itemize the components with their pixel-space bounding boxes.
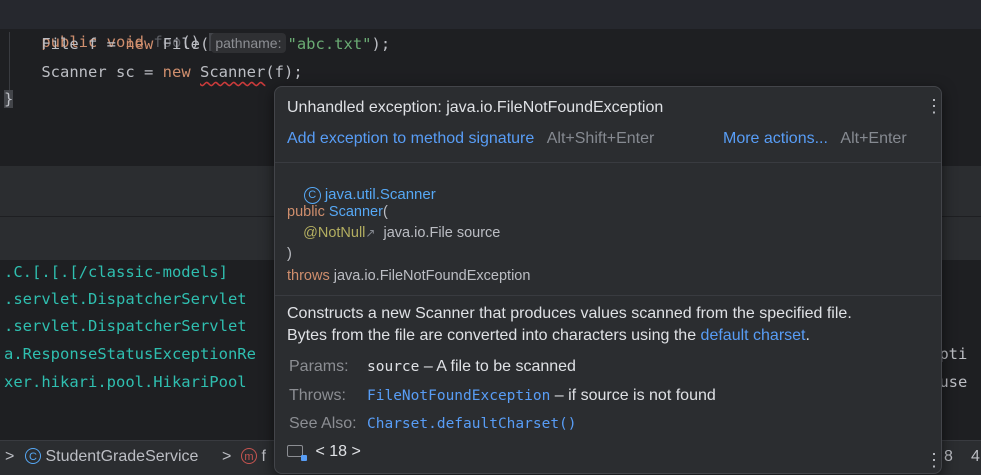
desc-text: that produces values scanned from the sp…: [474, 305, 852, 322]
keyword-new: new: [162, 63, 191, 81]
code-line-3[interactable]: Scanner sc = new Scanner(f);: [4, 59, 303, 85]
breadcrumb-chevron: >: [5, 448, 15, 465]
class-icon: C: [303, 187, 321, 204]
code-line-2[interactable]: File f = new File(pathname: "abc.txt");: [4, 31, 390, 57]
error-title: Unhandled exception: java.io.FileNotFoun…: [287, 99, 664, 116]
statement-end: );: [371, 35, 391, 53]
navigation-label[interactable]: < 18 >: [315, 443, 360, 460]
more-options-icon[interactable]: ⋮: [925, 97, 941, 115]
external-link-icon: ↗: [365, 226, 376, 240]
sig-throws-type: java.io.FileNotFoundException: [333, 268, 531, 284]
sig-open: (: [382, 204, 388, 220]
desc-text: Constructs a new: [287, 305, 416, 322]
divider: [275, 162, 941, 163]
default-charset-link[interactable]: default charset: [701, 327, 806, 344]
error-scanner-call[interactable]: Scanner: [200, 63, 265, 81]
quick-fix-actions: Add exception to method signature Alt+Sh…: [287, 130, 907, 148]
console-line: a.ResponseStatusExceptionRe: [4, 345, 256, 363]
ctor-call: File(: [153, 35, 210, 53]
add-exception-shortcut: Alt+Shift+Enter: [546, 130, 655, 147]
line-col-fragment[interactable]: 8: [944, 448, 953, 466]
sig-ctor: Scanner: [328, 204, 383, 220]
see-also-label: See Also:: [289, 415, 357, 432]
sig-close: ): [287, 246, 292, 262]
breadcrumb-method-label: f: [261, 448, 266, 465]
sig-modifier: public: [287, 204, 325, 220]
see-also-link[interactable]: Charset.defaultCharset(): [367, 416, 577, 432]
var-decl: f =: [78, 35, 126, 53]
more-actions-link[interactable]: More actions...: [723, 130, 828, 147]
signature-line-1: public Scanner(: [287, 204, 388, 220]
more-actions-shortcut: Alt+Enter: [840, 130, 907, 147]
sig-throws-keyword: throws: [287, 268, 330, 284]
divider: [275, 295, 941, 296]
console-line: .servlet.DispatcherServlet: [4, 317, 247, 335]
see-also-row: See Also: Charset.defaultCharset(): [289, 415, 577, 433]
params-label: Params:: [289, 358, 349, 375]
statement-end: (f);: [265, 63, 303, 81]
code-line-4[interactable]: }: [4, 86, 14, 112]
desc-text: .: [805, 327, 810, 344]
string-literal: "abc.txt": [287, 35, 372, 53]
sig-annotation[interactable]: @NotNull: [303, 225, 365, 241]
params-row: Params: source – A file to be scanned: [289, 358, 576, 376]
param-desc: – A file to be scanned: [419, 358, 576, 375]
close-brace: }: [4, 90, 14, 108]
doc-navigation: < 18 >: [287, 443, 361, 461]
code-line-1[interactable]: public void foo() {: [4, 3, 219, 51]
throws-link[interactable]: FileNotFoundException: [367, 388, 550, 404]
signature-line-3: ): [287, 246, 292, 262]
var-decl: sc =: [106, 63, 163, 81]
console-line: xer.hikari.pool.HikariPool: [4, 373, 247, 391]
class-icon: C: [25, 448, 41, 464]
throws-row: Throws: FileNotFoundException – if source…: [289, 387, 716, 405]
throws-label: Throws:: [289, 387, 346, 404]
breadcrumb-separator: >: [222, 448, 232, 465]
signature-line-2: @NotNull↗ java.io.File source: [287, 225, 500, 241]
more-options-icon[interactable]: ⋮: [925, 451, 941, 469]
desc-code: Scanner: [415, 305, 475, 322]
param-name: source: [367, 359, 420, 375]
breadcrumb-class-label: StudentGradeService: [45, 448, 199, 465]
add-exception-link[interactable]: Add exception to method signature: [287, 130, 534, 147]
type-file: File: [41, 35, 79, 53]
method-icon: m: [241, 448, 257, 464]
error-quick-doc-popup: Unhandled exception: java.io.FileNotFoun…: [274, 86, 942, 474]
breadcrumb-method[interactable]: m f: [241, 448, 266, 466]
doc-description: Constructs a new Scanner that produces v…: [287, 303, 927, 347]
sig-param: java.io.File source: [383, 225, 501, 241]
console-line: .C.[.[.[/classic-models]: [4, 263, 228, 281]
desc-text: Bytes from the file are converted into c…: [287, 327, 701, 344]
module-folder-icon: [287, 445, 307, 461]
type-scanner: Scanner: [41, 63, 107, 81]
breadcrumb-class[interactable]: C StudentGradeService: [25, 448, 198, 466]
status-right-fragment[interactable]: 4: [971, 448, 980, 466]
parameter-hint: pathname:: [211, 33, 286, 53]
console-line: .servlet.DispatcherServlet: [4, 290, 247, 308]
class-fqn-link[interactable]: java.util.Scanner: [325, 186, 436, 203]
throws-desc: – if source is not found: [550, 387, 716, 404]
keyword-new: new: [125, 35, 154, 53]
signature-throws: throws java.io.FileNotFoundException: [287, 268, 530, 284]
